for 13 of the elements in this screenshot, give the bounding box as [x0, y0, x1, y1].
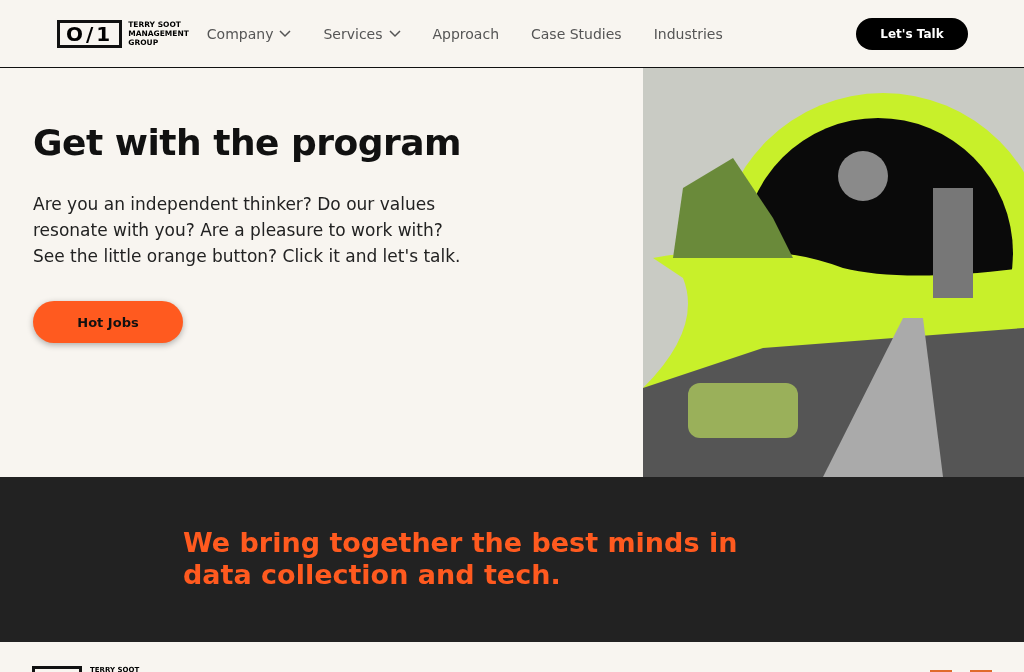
- nav-link[interactable]: Services: [323, 25, 401, 42]
- hot-jobs-button[interactable]: Hot Jobs: [33, 301, 183, 343]
- banner-heading: We bring together the best minds in data collection and tech.: [183, 527, 739, 591]
- chevron-icon: [388, 29, 401, 38]
- nav-link[interactable]: Industries: [653, 25, 723, 42]
- hero-text: Are you an independent thinker? Do our values resonate with you? Are a pleasure to work with? See the little orange button? Click it and let's talk.: [33, 193, 462, 268]
- hero-title: Get with the program: [33, 122, 463, 163]
- nav-link[interactable]: Company: [206, 25, 292, 42]
- nav-link[interactable]: Case Studies: [531, 25, 622, 42]
- chevron-icon: [279, 29, 292, 38]
- logo-mark: O/1: [57, 19, 123, 48]
- lets-talk-button[interactable]: Let's Talk: [856, 17, 968, 50]
- nav-link[interactable]: Approach: [432, 25, 499, 42]
